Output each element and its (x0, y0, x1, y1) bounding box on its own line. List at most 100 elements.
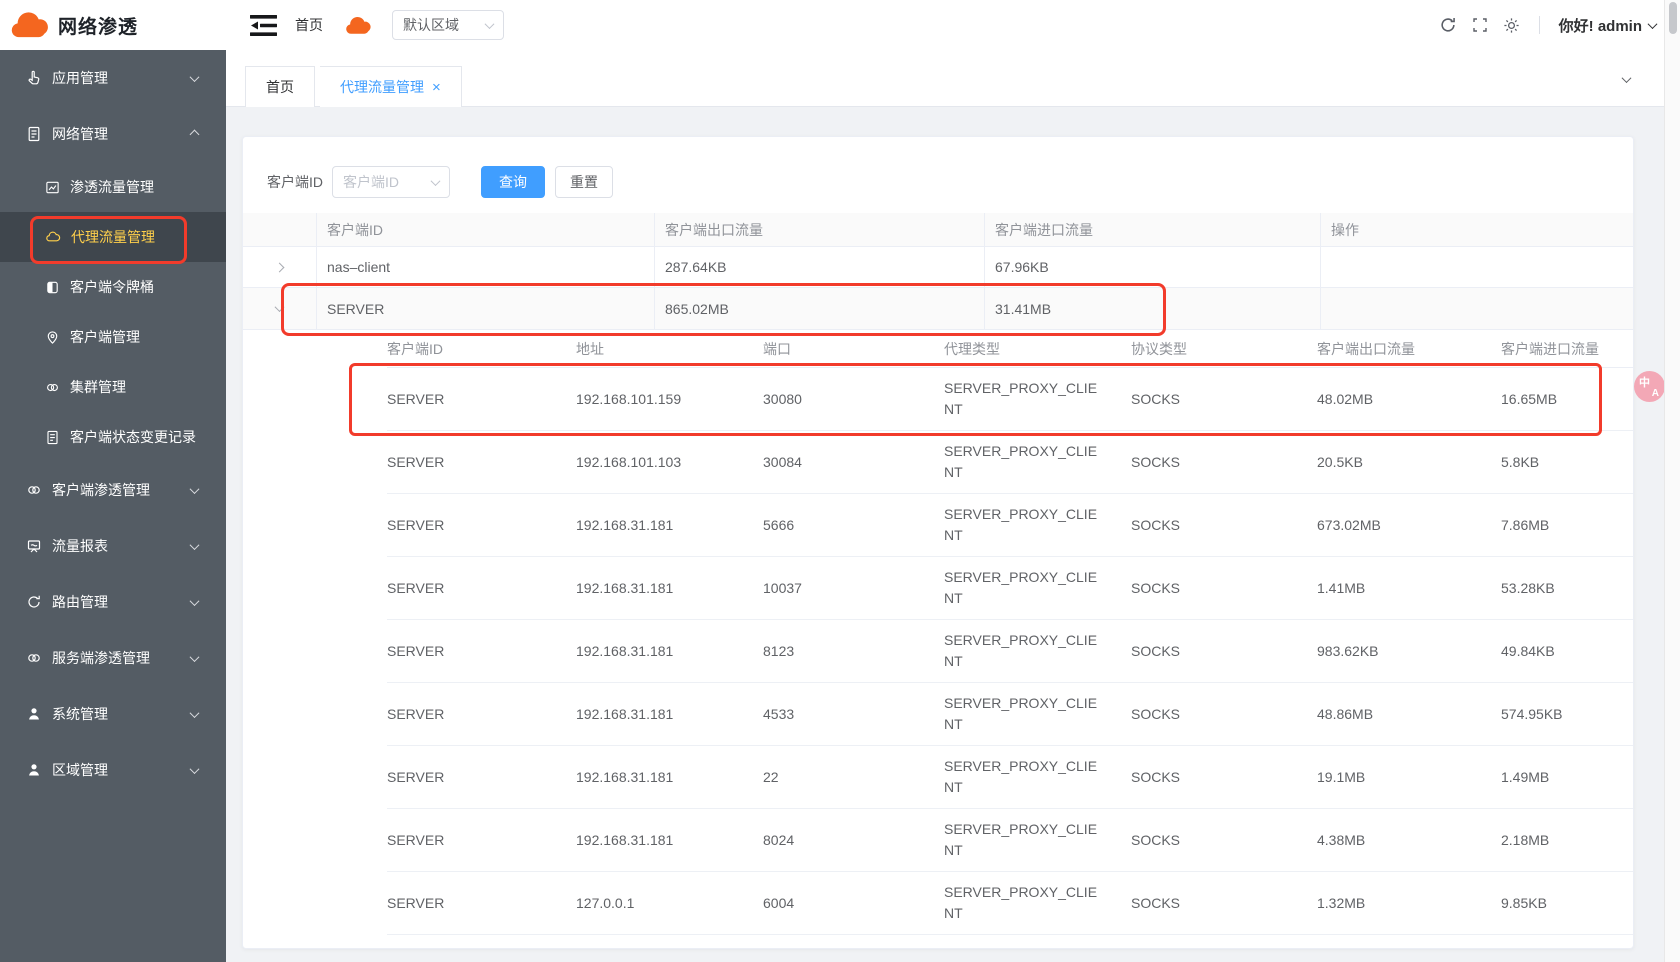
client-id-placeholder: 客户端ID (343, 172, 399, 192)
top-bar: 网络渗透 首页 默认区域 (0, 0, 1680, 50)
main-content: 客户端ID 客户端ID 查询 重置 客户端ID 客户端出口流量 客户端进口流量 … (226, 107, 1664, 962)
sidebar-item-server-penetration[interactable]: 服务端渗透管理 (0, 630, 226, 686)
cell-port: 30084 (763, 431, 944, 493)
cell-protocol-type: SOCKS (1131, 872, 1317, 934)
theme-sun-icon[interactable] (1503, 17, 1520, 34)
cell-port: 8024 (763, 809, 944, 871)
expand-cell[interactable] (243, 288, 317, 329)
cell-client-id: SERVER (387, 368, 576, 430)
sidebar-item-region-mgmt[interactable]: 区域管理 (0, 742, 226, 798)
greeting-text: 你好! admin (1559, 15, 1642, 36)
sidebar-subitem-client-mgmt[interactable]: 客户端管理 (0, 312, 226, 362)
nested-column-header: 端口 (763, 330, 944, 367)
cell-address: 127.0.0.1 (576, 872, 763, 934)
cell-protocol-type: SOCKS (1131, 683, 1317, 745)
fullscreen-icon[interactable] (1472, 17, 1488, 33)
cell-in-traffic: 574.95KB (1501, 683, 1633, 745)
cell-out-traffic: 287.64KB (655, 247, 985, 287)
chevron-down-icon (190, 652, 200, 662)
sidebar-subitem-penetration-traffic[interactable]: 渗透流量管理 (0, 162, 226, 212)
cell-out-traffic: 1.32MB (1317, 872, 1501, 934)
cell-out-traffic: 19.1MB (1317, 746, 1501, 808)
page-scrollbar[interactable] (1664, 0, 1680, 962)
cell-proxy-type: SERVER_PROXY_CLIENT (944, 368, 1131, 430)
cell-out-traffic: 865.02MB (655, 288, 985, 329)
cell-out-traffic: 48.02MB (1317, 368, 1501, 430)
region-select[interactable]: 默认区域 (392, 10, 504, 40)
sidebar-item-route-mgmt[interactable]: 路由管理 (0, 574, 226, 630)
topbar-actions: 你好! admin (1439, 0, 1656, 50)
expand-cell[interactable] (243, 247, 317, 287)
cell-client-id: SERVER (387, 746, 576, 808)
nested-table-row: SERVER 127.0.0.1 6004 SERVER_PROXY_CLIEN… (387, 872, 1633, 935)
sidebar-item-network-mgmt[interactable]: 网络管理 (0, 106, 226, 162)
cell-client-id: SERVER (387, 872, 576, 934)
cell-client-id: SERVER (317, 288, 655, 329)
nested-column-header: 地址 (576, 330, 763, 367)
sidebar-subitem-proxy-traffic[interactable]: 代理流量管理 (0, 212, 226, 262)
reset-button[interactable]: 重置 (555, 166, 613, 198)
nested-column-header: 协议类型 (1131, 330, 1317, 367)
record-document-icon (45, 430, 60, 445)
expand-right-icon[interactable] (275, 262, 285, 272)
search-button[interactable]: 查询 (481, 166, 545, 198)
nested-column-header: 客户端出口流量 (1317, 330, 1501, 367)
nested-header-row: 客户端ID 地址 端口 代理类型 协议类型 客户端出口流量 客户端进口流量 (387, 330, 1633, 368)
sidebar-subitem-cluster-mgmt[interactable]: 集群管理 (0, 362, 226, 412)
brand-cloud-icon (10, 11, 50, 39)
document-icon (26, 126, 42, 142)
nested-table-row: SERVER 192.168.101.159 30080 SERVER_PROX… (387, 368, 1633, 431)
sidebar-subitem-client-status-log[interactable]: 客户端状态变更记录 (0, 412, 226, 462)
cell-protocol-type: SOCKS (1131, 557, 1317, 619)
cell-protocol-type: SOCKS (1131, 809, 1317, 871)
tab-list-chevron-icon[interactable] (1622, 73, 1632, 83)
cell-port: 10037 (763, 557, 944, 619)
cell-in-traffic: 2.18MB (1501, 809, 1633, 871)
cell-in-traffic: 16.65MB (1501, 368, 1633, 430)
refresh-icon[interactable] (1439, 16, 1457, 34)
user-menu[interactable]: 你好! admin (1559, 15, 1656, 36)
client-id-select[interactable]: 客户端ID (332, 166, 450, 198)
tab-proxy-traffic[interactable]: 代理流量管理 × (320, 66, 462, 107)
cell-proxy-type: SERVER_PROXY_CLIENT (944, 431, 1131, 493)
nested-table-row: SERVER 192.168.31.181 8123 SERVER_PROXY_… (387, 620, 1633, 683)
collapse-down-icon[interactable] (275, 302, 285, 312)
nested-table-row: SERVER 192.168.31.181 4533 SERVER_PROXY_… (387, 683, 1633, 746)
chevron-down-icon (190, 764, 200, 774)
cell-out-traffic: 673.02MB (1317, 494, 1501, 556)
collapse-sidebar-icon[interactable] (250, 15, 277, 36)
link-icon (26, 650, 42, 666)
client-id-label: 客户端ID (267, 166, 323, 198)
cell-protocol-type: SOCKS (1131, 746, 1317, 808)
sidebar-item-client-penetration[interactable]: 客户端渗透管理 (0, 462, 226, 518)
sidebar-item-traffic-report[interactable]: 流量报表 (0, 518, 226, 574)
cell-address: 192.168.31.181 (576, 557, 763, 619)
table-column-header: 操作 (1321, 213, 1633, 246)
breadcrumb-home[interactable]: 首页 (295, 15, 323, 35)
nested-table-row: SERVER 192.168.31.181 5666 SERVER_PROXY_… (387, 494, 1633, 557)
sidebar: 应用管理 网络管理 渗透流量管理 (0, 50, 226, 962)
close-icon[interactable]: × (432, 80, 441, 95)
cell-proxy-type: SERVER_PROXY_CLIENT (944, 494, 1131, 556)
chevron-up-icon (190, 129, 200, 139)
user-icon (26, 706, 42, 722)
cell-out-traffic: 20.5KB (1317, 431, 1501, 493)
chevron-down-icon (190, 72, 200, 82)
scrollbar-thumb[interactable] (1669, 2, 1677, 34)
cell-in-traffic: 7.86MB (1501, 494, 1633, 556)
sidebar-item-app-mgmt[interactable]: 应用管理 (0, 50, 226, 106)
tab-home[interactable]: 首页 (245, 66, 315, 107)
sidebar-item-system-mgmt[interactable]: 系统管理 (0, 686, 226, 742)
table-column-header: 客户端ID (317, 213, 655, 246)
cell-in-traffic: 49.84KB (1501, 620, 1633, 682)
translate-zh-glyph: 中 (1639, 374, 1650, 390)
chevron-down-icon (190, 708, 200, 718)
nested-column-header: 客户端进口流量 (1501, 330, 1633, 367)
nested-column-header: 客户端ID (387, 330, 576, 367)
sidebar-subitem-token-bucket[interactable]: 客户端令牌桶 (0, 262, 226, 312)
translate-badge[interactable]: 中 A (1634, 371, 1665, 402)
server-detail-table: 客户端ID 地址 端口 代理类型 协议类型 客户端出口流量 客户端进口流量 SE… (350, 330, 1633, 935)
cell-proxy-type: SERVER_PROXY_CLIENT (944, 809, 1131, 871)
brand-title: 网络渗透 (58, 12, 138, 39)
cell-in-traffic: 53.28KB (1501, 557, 1633, 619)
